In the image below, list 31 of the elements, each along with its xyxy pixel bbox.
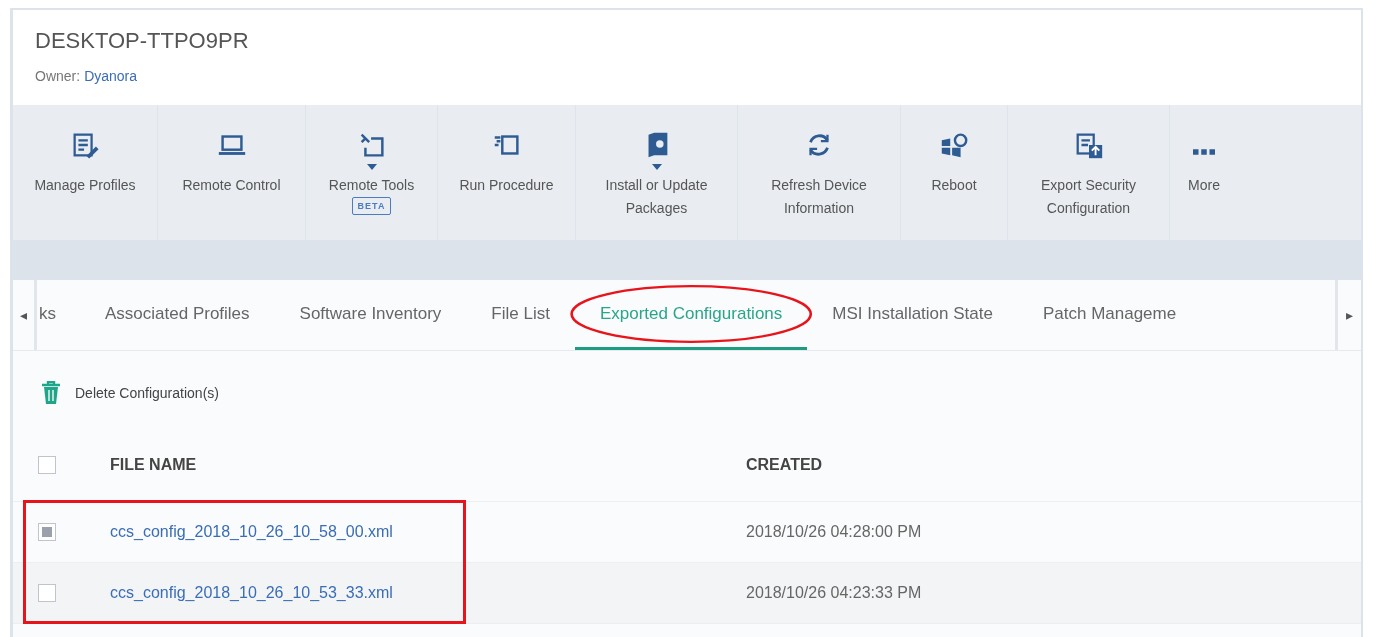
tab[interactable]: Software Inventory — [274, 280, 467, 350]
owner-label: Owner: — [35, 68, 81, 84]
delete-button[interactable]: Delete Configuration(s) — [13, 351, 219, 405]
toolbar-button[interactable]: Export Security Configuration — [1008, 105, 1170, 240]
file-link[interactable]: ccs_config_2018_10_26_10_58_00.xml — [110, 523, 393, 540]
toolbar-button[interactable]: Run Procedure — [438, 105, 576, 240]
more-icon — [1193, 149, 1215, 155]
toolbar-button[interactable]: Reboot — [901, 105, 1008, 240]
tab[interactable]: ks — [37, 280, 80, 350]
toolbar-button[interactable]: Manage Profiles — [13, 105, 158, 240]
trash-icon — [41, 381, 61, 405]
tab[interactable]: Associated Profiles — [80, 280, 275, 350]
toolbar-button[interactable]: Install or Update Packages — [576, 105, 738, 240]
file-link[interactable]: ccs_config_2018_10_26_10_53_33.xml — [110, 584, 393, 601]
beta-badge: BETA — [351, 197, 392, 215]
toolbar-button[interactable]: More — [1170, 105, 1238, 240]
toolbar-button[interactable]: Remote Control — [158, 105, 306, 240]
table-cell: 2018/10/26 04:28:00 PM — [746, 523, 922, 541]
column-header: FILE NAME — [110, 456, 198, 474]
tab[interactable]: MSI Installation State — [807, 280, 1018, 350]
row-checkbox[interactable] — [38, 523, 56, 541]
column-header: CREATED — [746, 456, 823, 474]
owner-link[interactable]: Dyanora — [84, 68, 138, 84]
select-all-checkbox[interactable] — [38, 456, 56, 474]
table-cell: 2018/10/26 04:23:33 PM — [746, 584, 922, 602]
toolbar-button[interactable]: Remote Tools BETA — [306, 105, 438, 240]
tab[interactable]: Patch Manageme — [1017, 280, 1202, 350]
row-checkbox[interactable] — [38, 584, 56, 602]
device-title: DESKTOP-TTPO9PR — [35, 28, 250, 54]
toolbar-button[interactable]: Refresh Device Information — [738, 105, 901, 240]
tab[interactable]: File List — [466, 280, 575, 350]
